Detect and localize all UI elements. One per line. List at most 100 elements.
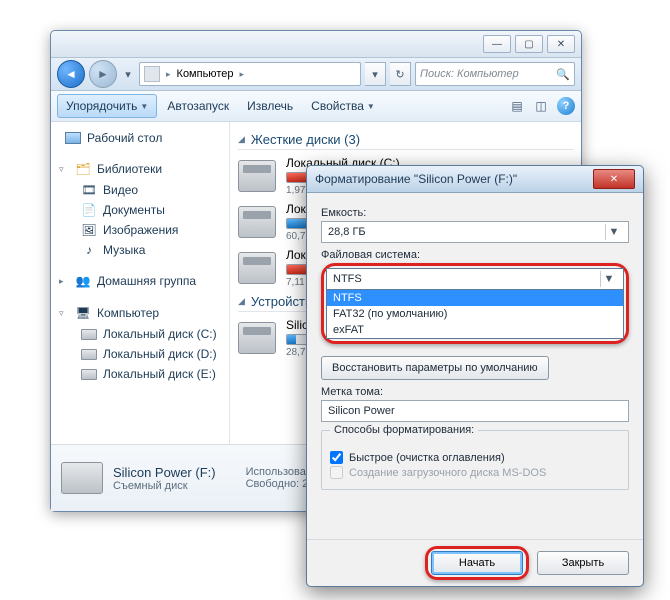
view-icon[interactable]: ▤ [509,98,525,114]
autoplay-button[interactable]: Автозапуск [159,95,237,117]
monitor-icon [65,130,81,146]
command-bar: Упорядочить▼ Автозапуск Извлечь Свойства… [51,91,581,122]
search-placeholder: Поиск: Компьютер [420,68,519,80]
details-name: Silicon Power (F:) [113,465,216,480]
expand-icon: ▿ [59,164,69,175]
address-bar[interactable]: ▸ Компьютер ▸ [139,62,361,86]
filesystem-combobox[interactable]: NTFS ▼ [326,268,624,290]
libraries-icon: 🗂 [75,161,91,177]
chevron-down-icon: ▼ [140,102,148,111]
format-dialog: Форматирование "Silicon Power (F:)" ✕ Ем… [306,165,644,587]
preview-pane-icon[interactable]: ◫ [533,98,549,114]
drive-icon [238,160,276,192]
sidebar-item-documents[interactable]: 📄Документы [55,200,225,220]
sidebar-item-music[interactable]: ♪ Музыка [55,240,225,260]
pictures-icon: 🖼 [81,222,97,238]
sidebar-item-label: Локальный диск (C:) [103,327,217,341]
drive-icon [61,462,103,494]
quick-format-label: Быстрое (очистка оглавления) [349,452,505,464]
address-dropdown[interactable]: ▾ [365,62,386,86]
section-title: Жесткие диски (3) [251,132,360,147]
start-button[interactable]: Начать [431,551,523,575]
maximize-button[interactable]: ▢ [515,35,543,53]
computer-icon: 🖥 [75,305,91,321]
sidebar-item-video[interactable]: 🎞 Видео [55,180,225,200]
drive-icon [81,346,97,362]
sidebar-item-drive-c[interactable]: Локальный диск (C:) [55,324,225,344]
fs-option-ntfs[interactable]: NTFS [327,290,623,306]
capacity-combobox[interactable]: 28,8 ГБ ▼ [321,221,629,243]
expand-icon: ▿ [59,308,69,319]
filesystem-selected: NTFS [333,273,362,285]
chevron-down-icon: ▼ [367,102,375,111]
close-button[interactable]: ✕ [547,35,575,53]
help-button[interactable]: ? [557,97,575,115]
sidebar-item-pictures[interactable]: 🖼 Изображения [55,220,225,240]
sidebar-item-label: Компьютер [97,306,159,320]
sidebar-item-label: Локальный диск (D:) [103,347,217,361]
document-icon: 📄 [81,202,97,218]
eject-button[interactable]: Извлечь [239,95,301,117]
quick-format-input[interactable] [330,451,343,464]
capacity-value: 28,8 ГБ [328,226,366,238]
restore-defaults-button[interactable]: Восстановить параметры по умолчанию [321,356,549,380]
sidebar-item-label: Видео [103,183,138,197]
sidebar-item-label: Домашняя группа [97,274,196,288]
search-icon: 🔍 [556,68,570,81]
sidebar-item-drive-d[interactable]: Локальный диск (D:) [55,344,225,364]
volume-label-input[interactable]: Silicon Power [321,400,629,422]
properties-label: Свойства [311,99,364,113]
navigation-sidebar: Рабочий стол ▿ 🗂 Библиотеки 🎞 Видео 📄Доку… [51,122,230,444]
filesystem-highlight: NTFS ▼ NTFS FAT32 (по умолчанию) exFAT [321,263,629,344]
breadcrumb-computer[interactable]: Компьютер [177,68,234,80]
msdos-boot-label: Создание загрузочного диска MS-DOS [349,467,546,479]
collapse-icon: ◢ [238,296,245,307]
methods-legend: Способы форматирования: [330,424,478,436]
sidebar-item-label: Музыка [103,243,145,257]
fs-option-fat32[interactable]: FAT32 (по умолчанию) [327,306,623,322]
refresh-button[interactable]: ↻ [390,62,411,86]
window-titlebar: — ▢ ✕ [51,31,581,58]
details-type: Съемный диск [113,480,216,492]
sidebar-item-drive-e[interactable]: Локальный диск (E:) [55,364,225,384]
collapse-icon: ◢ [238,134,245,145]
homegroup-icon: 👥 [75,273,91,289]
sidebar-computer-header[interactable]: ▿ 🖥 Компьютер [55,302,225,324]
drive-icon [81,366,97,382]
computer-icon [144,66,160,82]
format-methods-fieldset: Способы форматирования: Быстрое (очистка… [321,430,629,490]
minimize-button[interactable]: — [483,35,511,53]
start-highlight: Начать [425,546,529,580]
chevron-down-icon: ▼ [605,224,622,240]
drive-icon [81,326,97,342]
capacity-label: Емкость: [321,207,629,219]
sidebar-item-label: Изображения [103,223,178,237]
dialog-close-button[interactable]: ✕ [593,169,635,189]
volume-label: Метка тома: [321,386,629,398]
chevron-down-icon: ▼ [600,271,617,287]
chevron-right-icon: ▸ [166,69,171,80]
sidebar-homegroup-header[interactable]: ▸ 👥 Домашняя группа [55,270,225,292]
quick-format-checkbox[interactable]: Быстрое (очистка оглавления) [330,451,620,464]
organize-label: Упорядочить [66,99,137,113]
music-icon: ♪ [81,242,97,258]
forward-button[interactable]: ► [89,60,117,88]
video-icon: 🎞 [81,182,97,198]
sidebar-libraries-header[interactable]: ▿ 🗂 Библиотеки [55,158,225,180]
msdos-boot-checkbox: Создание загрузочного диска MS-DOS [330,466,620,479]
organize-menu[interactable]: Упорядочить▼ [57,94,157,118]
dialog-title: Форматирование "Silicon Power (F:)" [315,172,517,186]
properties-button[interactable]: Свойства▼ [303,95,383,117]
drive-icon [238,252,276,284]
sidebar-item-label: Рабочий стол [87,131,162,145]
dialog-button-row: Начать Закрыть [307,539,643,586]
fs-option-exfat[interactable]: exFAT [327,322,623,338]
sidebar-item-label: Библиотеки [97,162,162,176]
back-button[interactable]: ◄ [57,60,85,88]
search-input[interactable]: Поиск: Компьютер 🔍 [415,62,575,86]
nav-history-dropdown[interactable]: ▾ [121,64,135,84]
sidebar-item-desktop[interactable]: Рабочий стол [55,128,225,148]
filesystem-label: Файловая система: [321,249,629,261]
section-hard-drives[interactable]: ◢ Жесткие диски (3) [238,132,573,150]
close-button[interactable]: Закрыть [537,551,629,575]
